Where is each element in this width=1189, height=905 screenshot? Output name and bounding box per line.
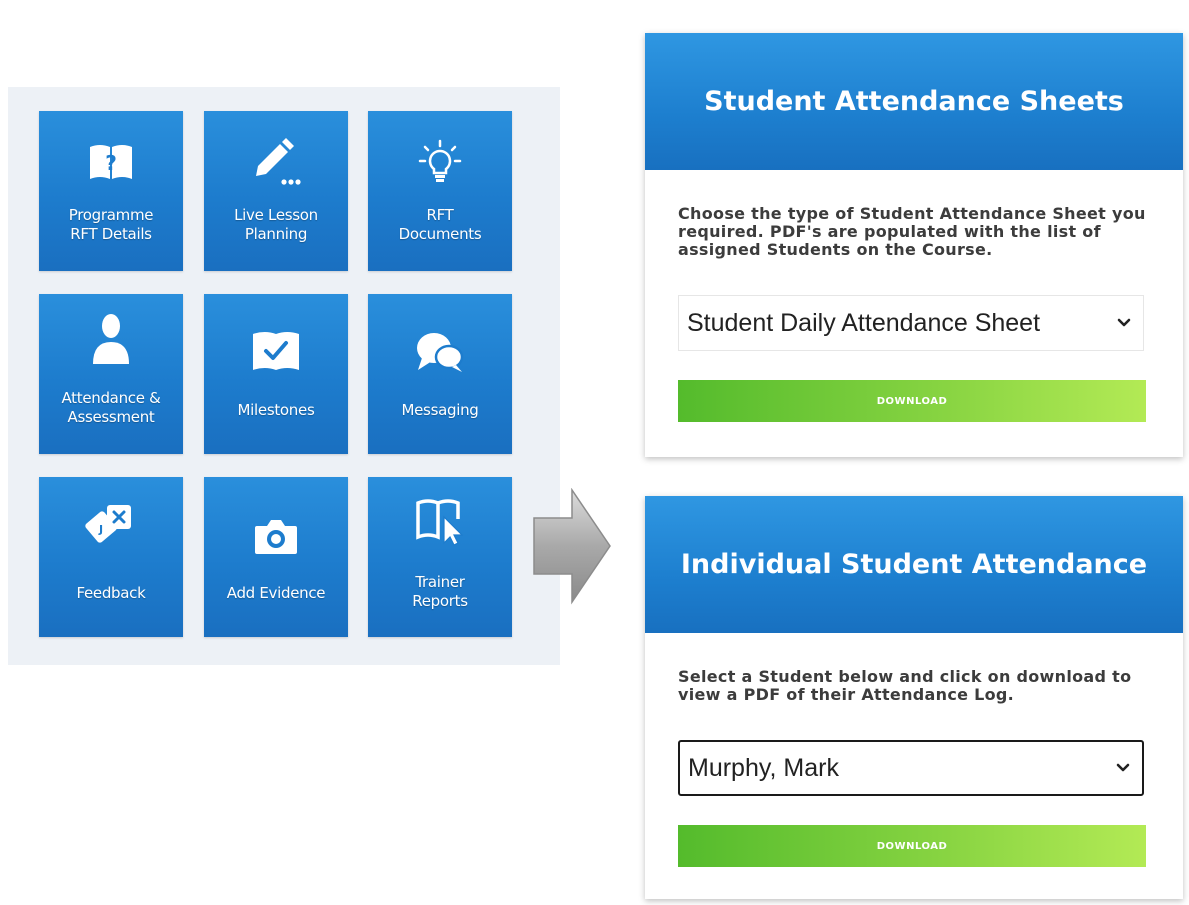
person-icon xyxy=(39,314,183,364)
attendance-sheets-card: Student Attendance Sheets Choose the typ… xyxy=(645,33,1183,457)
svg-text:?: ? xyxy=(105,151,117,175)
svg-text:J: J xyxy=(98,523,103,536)
tile-live-lesson-planning[interactable]: Live Lesson Planning xyxy=(204,111,348,271)
tile-label: RFT Documents xyxy=(398,206,482,243)
tile-feedback[interactable]: J Feedback xyxy=(39,477,183,637)
tile-programme-rft-details[interactable]: ? Programme RFT Details xyxy=(39,111,183,271)
select-value: Student Daily Attendance Sheet xyxy=(687,308,1041,337)
checkmark-icon xyxy=(204,326,348,376)
card-title: Student Attendance Sheets xyxy=(645,33,1183,170)
tile-label: Trainer Reports xyxy=(412,573,468,610)
dashboard-tile-panel: ? Programme RFT Details Live Lesson Plan… xyxy=(8,87,560,665)
card-description: Choose the type of Student Attendance Sh… xyxy=(678,204,1146,259)
download-button[interactable]: DOWNLOAD xyxy=(678,825,1146,867)
feedback-cards-icon: J xyxy=(39,499,183,549)
tile-milestones[interactable]: Milestones xyxy=(204,294,348,454)
lightbulb-icon xyxy=(368,137,512,187)
chevron-down-icon xyxy=(1116,763,1130,772)
tile-add-evidence[interactable]: Add Evidence xyxy=(204,477,348,637)
book-cursor-icon xyxy=(368,497,512,547)
student-select[interactable]: Murphy, Mark xyxy=(678,740,1144,796)
camera-icon xyxy=(204,511,348,561)
tile-label: Programme RFT Details xyxy=(68,206,154,243)
card-title: Individual Student Attendance xyxy=(645,496,1183,633)
arrow-right-icon xyxy=(533,488,611,605)
book-question-icon: ? xyxy=(39,137,183,187)
individual-attendance-card: Individual Student Attendance Select a S… xyxy=(645,496,1183,899)
tile-trainer-reports[interactable]: Trainer Reports xyxy=(368,477,512,637)
tile-label: Feedback xyxy=(76,584,146,602)
tile-label: Milestones xyxy=(237,401,315,419)
tile-attendance-assessment[interactable]: Attendance & Assessment xyxy=(39,294,183,454)
pencil-icon xyxy=(204,137,348,187)
download-button[interactable]: DOWNLOAD xyxy=(678,380,1146,422)
tile-messaging[interactable]: Messaging xyxy=(368,294,512,454)
attendance-sheet-type-select[interactable]: Student Daily Attendance Sheet xyxy=(678,295,1144,351)
select-value: Murphy, Mark xyxy=(688,753,839,782)
chat-bubbles-icon xyxy=(368,326,512,376)
tile-label: Messaging xyxy=(401,401,479,419)
chevron-down-icon xyxy=(1117,318,1131,327)
tile-label: Attendance & Assessment xyxy=(61,389,161,426)
card-description: Select a Student below and click on down… xyxy=(678,667,1132,704)
tile-label: Add Evidence xyxy=(226,584,326,602)
tile-rft-documents[interactable]: RFT Documents xyxy=(368,111,512,271)
tile-label: Live Lesson Planning xyxy=(234,206,318,243)
